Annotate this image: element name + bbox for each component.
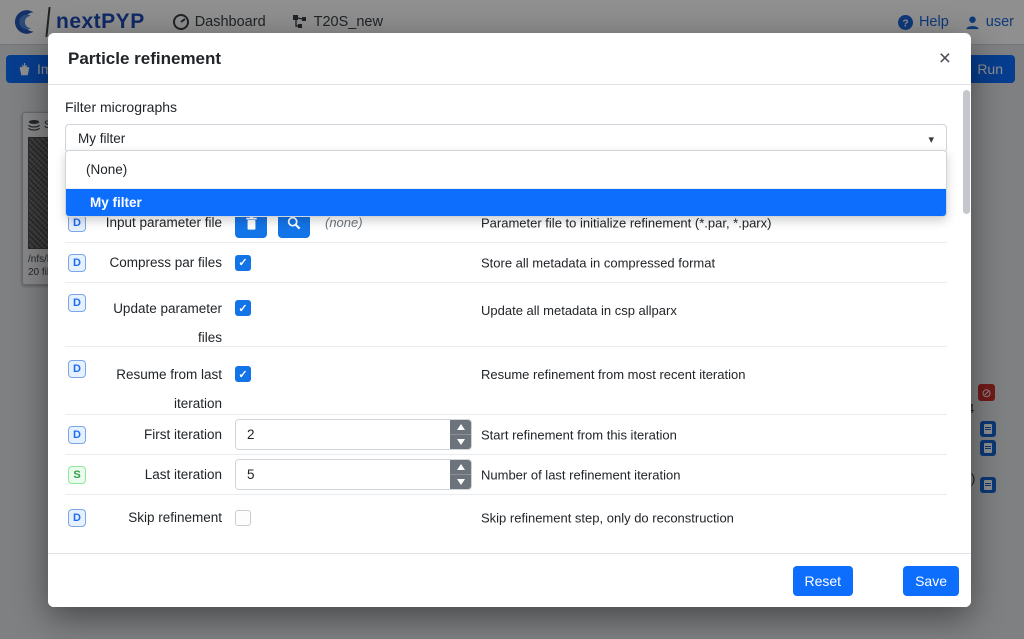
- param-control: ✓: [235, 366, 251, 382]
- modal-title: Particle refinement: [68, 49, 221, 69]
- param-control: [235, 419, 472, 450]
- first-iteration-stepper: [235, 419, 472, 450]
- param-control: [235, 459, 472, 490]
- param-description: Store all metadata in compressed format: [481, 255, 715, 270]
- compress-checkbox[interactable]: ✓: [235, 255, 251, 271]
- last-iteration-input[interactable]: [236, 460, 450, 489]
- spin-up-icon[interactable]: [450, 460, 471, 474]
- modal-body: Filter micrographs My filter ▾ (None) My…: [48, 85, 971, 553]
- table-row: D Compress par files ✓ Store all metadat…: [65, 243, 947, 283]
- table-row: D First iteration Start refinement from …: [65, 415, 947, 455]
- resume-checkbox[interactable]: ✓: [235, 366, 251, 382]
- filter-select[interactable]: My filter ▾: [65, 124, 947, 153]
- filter-select-value: My filter: [78, 131, 125, 146]
- param-description: Start refinement from this iteration: [481, 427, 677, 442]
- first-iteration-input[interactable]: [236, 420, 450, 449]
- default-badge: D: [68, 509, 86, 527]
- table-row: D Resume from last iteration ✓ Resume re…: [65, 347, 947, 415]
- default-badge: D: [68, 360, 86, 378]
- update-checkbox[interactable]: ✓: [235, 300, 251, 316]
- spinner-buttons: [450, 420, 471, 449]
- param-label: Last iteration: [92, 460, 222, 489]
- table-row: S Last iteration Number of last refineme…: [65, 455, 947, 495]
- modal-header: Particle refinement ×: [48, 33, 971, 85]
- modal-scrollbar[interactable]: [963, 90, 970, 214]
- dropdown-option-none[interactable]: (None): [66, 151, 946, 189]
- param-label: Skip refinement: [92, 503, 222, 532]
- modal-footer: Reset Save: [48, 553, 971, 607]
- spinner-buttons: [450, 460, 471, 489]
- default-badge: D: [68, 294, 86, 312]
- close-icon[interactable]: ×: [939, 48, 951, 69]
- stacks-badge: S: [68, 466, 86, 484]
- spin-down-icon[interactable]: [450, 474, 471, 489]
- param-label: Update parameter files: [92, 294, 222, 352]
- dropdown-option-my-filter[interactable]: My filter: [66, 189, 946, 216]
- last-iteration-stepper: [235, 459, 472, 490]
- reset-button[interactable]: Reset: [793, 566, 854, 596]
- default-badge: D: [68, 426, 86, 444]
- param-control: ✓: [235, 255, 251, 271]
- spin-up-icon[interactable]: [450, 420, 471, 434]
- param-control: ✓: [235, 300, 251, 316]
- default-badge: D: [68, 254, 86, 272]
- skip-refinement-checkbox[interactable]: [235, 510, 251, 526]
- chevron-down-icon: ▾: [928, 133, 934, 146]
- filter-dropdown-panel: (None) My filter: [65, 150, 947, 217]
- param-label: Resume from last iteration: [92, 360, 222, 418]
- particle-refinement-modal: Particle refinement × Filter micrographs…: [48, 33, 971, 607]
- table-row: D Skip refinement Skip refinement step, …: [65, 495, 947, 540]
- param-label: Compress par files: [92, 248, 222, 277]
- param-description: Resume refinement from most recent itera…: [481, 367, 745, 382]
- file-value: (none): [325, 215, 363, 230]
- param-description: Skip refinement step, only do reconstruc…: [481, 510, 734, 525]
- param-description: Update all metadata in csp allparx: [481, 303, 677, 318]
- save-button[interactable]: Save: [903, 566, 959, 596]
- spin-down-icon[interactable]: [450, 434, 471, 449]
- param-label: First iteration: [92, 420, 222, 449]
- param-description: Parameter file to initialize refinement …: [481, 215, 771, 230]
- filter-micrographs-label: Filter micrographs: [65, 99, 947, 115]
- param-control: [235, 510, 251, 526]
- param-description: Number of last refinement iteration: [481, 467, 680, 482]
- table-row: D Update parameter files ✓ Update all me…: [65, 283, 947, 347]
